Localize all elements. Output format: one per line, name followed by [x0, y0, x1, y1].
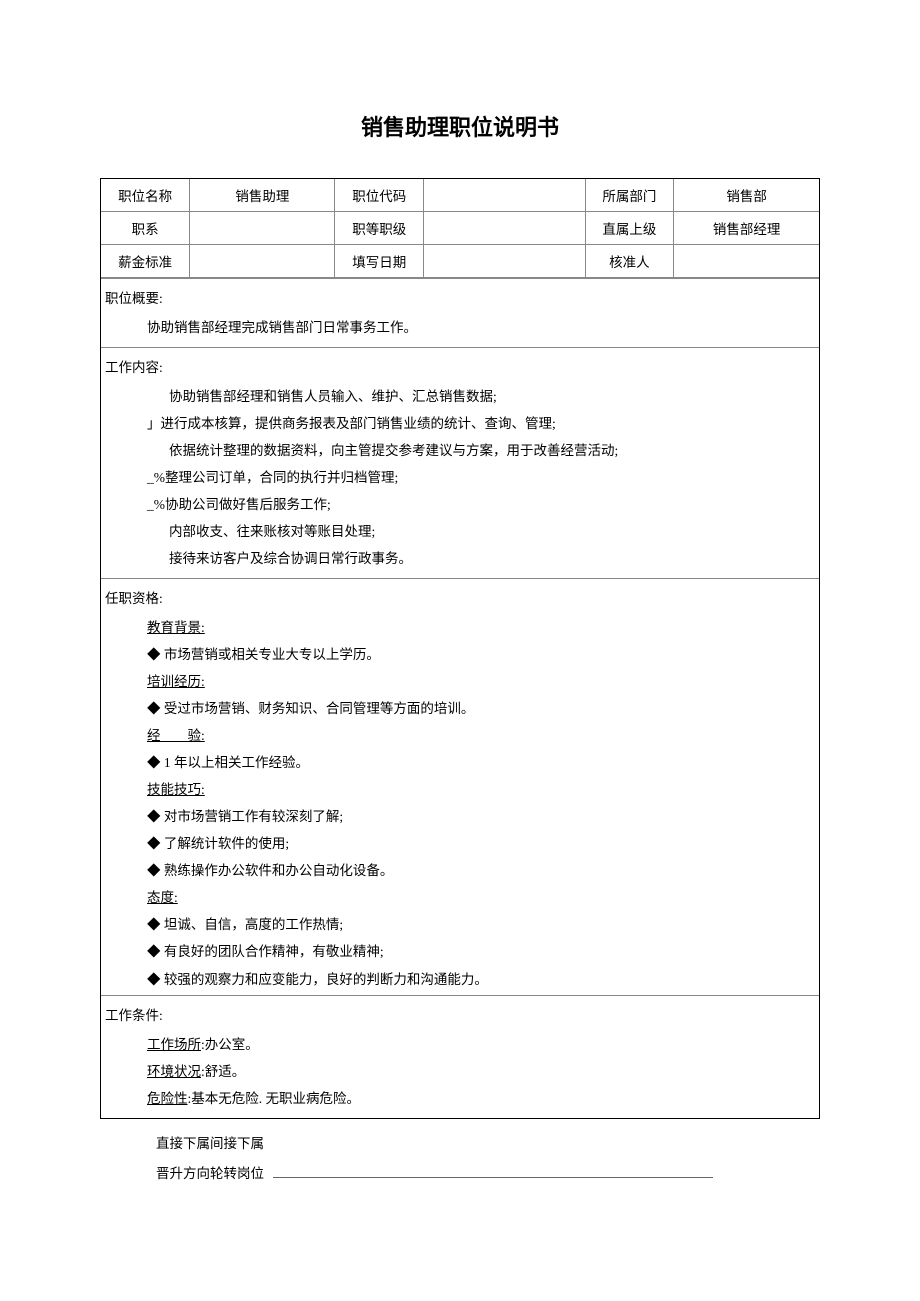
section-overview: 职位概要: 协助销售部经理完成销售部门日常事务工作。 — [101, 278, 819, 347]
qual-item: ◆ 对市场营销工作有较深刻了解; — [105, 803, 811, 830]
qual-heading-skills: 技能技巧: — [147, 782, 205, 797]
lbl-grade: 职等职级 — [335, 212, 424, 245]
section-conditions: 工作条件: 工作场所:办公室。 环境状况:舒适。 危险性:基本无危险. 无职业病… — [101, 995, 819, 1118]
content-line: 内部收支、往来账核对等账目处理; — [105, 518, 811, 545]
lbl-salary: 薪金标准 — [101, 245, 190, 278]
page-title: 销售助理职位说明书 — [100, 110, 820, 142]
lbl-position-code: 职位代码 — [335, 179, 424, 212]
table-row: 职位名称 销售助理 职位代码 所属部门 销售部 — [101, 179, 819, 212]
lbl-position-name: 职位名称 — [101, 179, 190, 212]
val-approver — [674, 245, 819, 278]
section-qualifications: 任职资格: 教育背景: ◆ 市场营销或相关专业大专以上学历。 培训经历: ◆ 受… — [101, 578, 819, 995]
footer-line-promotion: 晋升方向轮转岗位 — [156, 1166, 264, 1181]
val-supervisor: 销售部经理 — [674, 212, 819, 245]
header-table: 职位名称 销售助理 职位代码 所属部门 销售部 职系 职等职级 直属上级 销售部… — [101, 179, 819, 278]
lbl-supervisor: 直属上级 — [585, 212, 674, 245]
cond-heading-risk: 危险性 — [147, 1091, 188, 1106]
overview-text: 协助销售部经理完成销售部门日常事务工作。 — [105, 314, 811, 341]
val-position-code — [424, 179, 585, 212]
cond-value-risk: :基本无危险. 无职业病危险。 — [188, 1091, 361, 1106]
content-line: _%整理公司订单，合同的执行并归档管理; — [105, 464, 811, 491]
table-row: 薪金标准 填写日期 核准人 — [101, 245, 819, 278]
content-line: _%协助公司做好售后服务工作; — [105, 491, 811, 518]
qual-item: ◆ 熟练操作办公软件和办公自动化设备。 — [105, 857, 811, 884]
lbl-fill-date: 填写日期 — [335, 245, 424, 278]
val-grade — [424, 212, 585, 245]
val-job-series — [190, 212, 335, 245]
footer-line-subordinates: 直接下属间接下属 — [156, 1129, 820, 1159]
content-label: 工作内容: — [105, 354, 811, 381]
blank-line — [273, 1164, 713, 1178]
form-container: 职位名称 销售助理 职位代码 所属部门 销售部 职系 职等职级 直属上级 销售部… — [100, 178, 820, 1119]
qual-heading-experience: 经 验: — [147, 728, 205, 743]
qual-item: ◆ 1 年以上相关工作经验。 — [105, 749, 811, 776]
lbl-approver: 核准人 — [585, 245, 674, 278]
section-content: 工作内容: 协助销售部经理和销售人员输入、维护、汇总销售数据; 」进行成本核算，… — [101, 347, 819, 578]
footer-block: 直接下属间接下属 晋升方向轮转岗位 — [100, 1119, 820, 1188]
cond-value-environment: :舒适。 — [201, 1064, 245, 1079]
qual-heading-education: 教育背景: — [147, 620, 205, 635]
qual-item-clipped: ◆ 较强的观察力和应变能力，良好的判断力和沟通能力。 — [105, 971, 811, 989]
val-department: 销售部 — [674, 179, 819, 212]
cond-heading-workplace: 工作场所 — [147, 1037, 201, 1052]
qual-heading-training: 培训经历: — [147, 674, 205, 689]
content-line: 接待来访客户及综合协调日常行政事务。 — [105, 545, 811, 572]
lbl-job-series: 职系 — [101, 212, 190, 245]
cond-value-workplace: :办公室。 — [201, 1037, 259, 1052]
overview-label: 职位概要: — [105, 285, 811, 312]
qual-item: ◆ 受过市场营销、财务知识、合同管理等方面的培训。 — [105, 695, 811, 722]
qual-heading-attitude: 态度: — [147, 890, 178, 905]
val-position-name: 销售助理 — [190, 179, 335, 212]
cond-heading-environment: 环境状况 — [147, 1064, 201, 1079]
qual-item: ◆ 有良好的团队合作精神，有敬业精神; — [105, 938, 811, 965]
qual-item: ◆ 坦诚、自信，高度的工作热情; — [105, 911, 811, 938]
qual-label: 任职资格: — [105, 585, 811, 612]
content-line: 协助销售部经理和销售人员输入、维护、汇总销售数据; — [105, 383, 811, 410]
cond-label: 工作条件: — [105, 1002, 811, 1029]
content-line: 」进行成本核算，提供商务报表及部门销售业绩的统计、查询、管理; — [105, 410, 811, 437]
lbl-department: 所属部门 — [585, 179, 674, 212]
qual-item: ◆ 市场营销或相关专业大专以上学历。 — [105, 641, 811, 668]
table-row: 职系 职等职级 直属上级 销售部经理 — [101, 212, 819, 245]
val-salary — [190, 245, 335, 278]
qual-item: ◆ 了解统计软件的使用; — [105, 830, 811, 857]
val-fill-date — [424, 245, 585, 278]
content-line: 依据统计整理的数据资料，向主管提交参考建议与方案，用于改善经营活动; — [105, 437, 811, 464]
